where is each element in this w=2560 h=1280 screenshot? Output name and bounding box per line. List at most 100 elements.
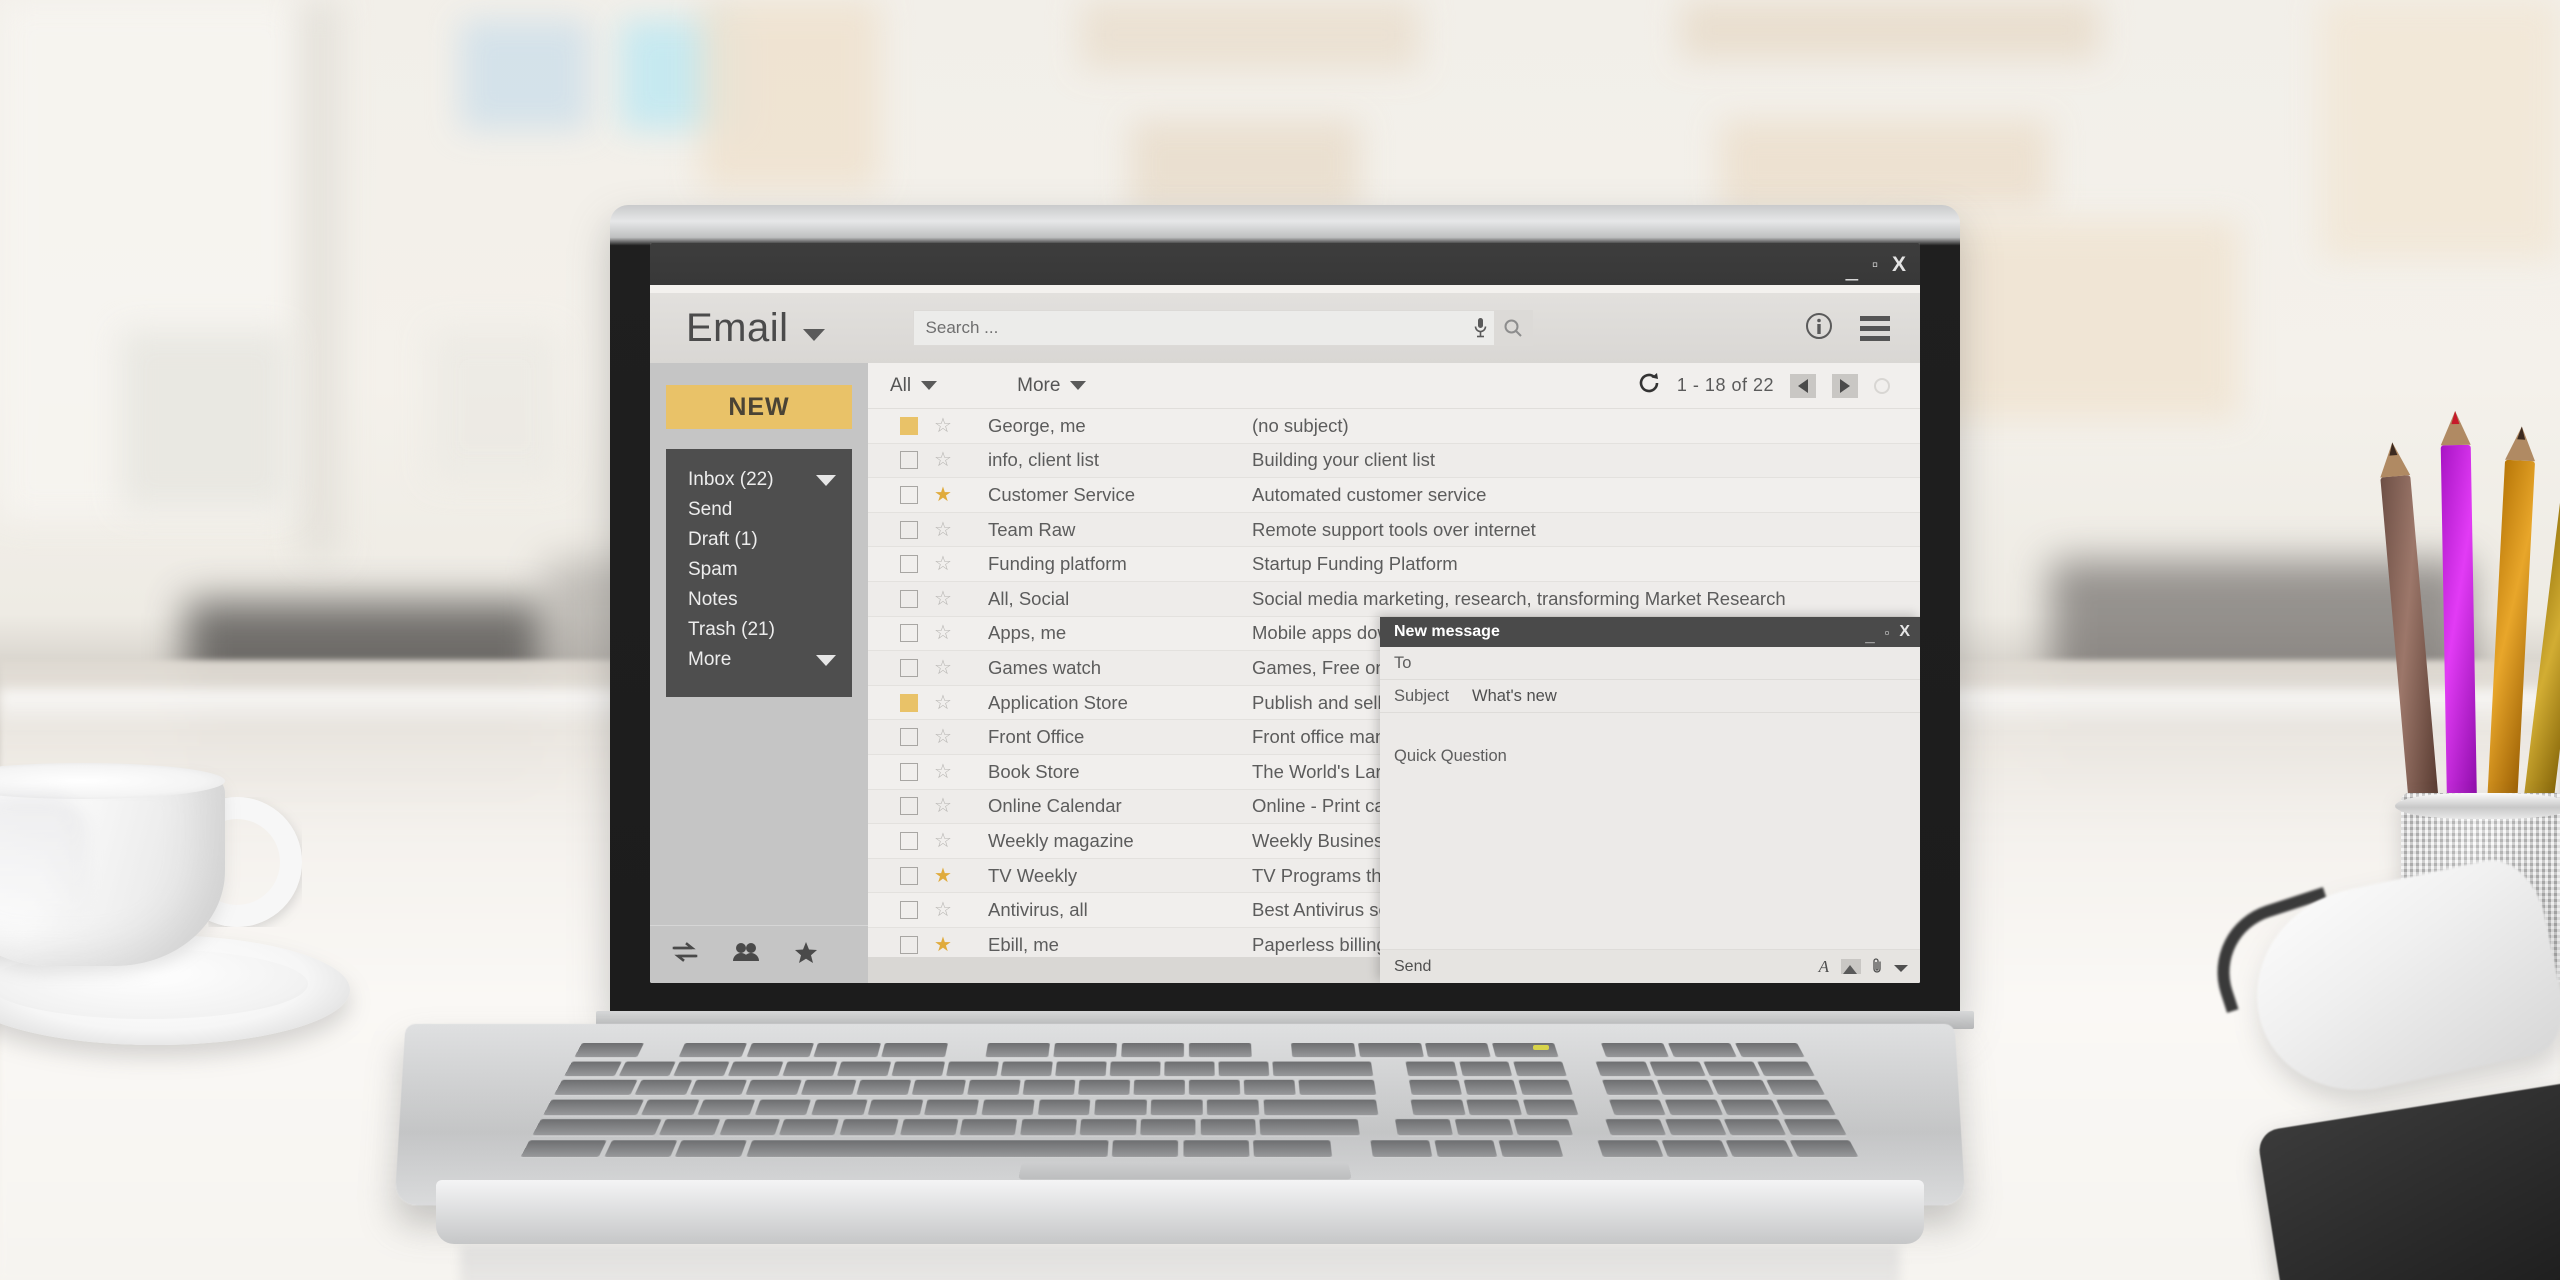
email-subject: Startup Funding Platform [1252,553,1458,575]
format-text-icon[interactable]: A [1819,958,1829,975]
keyboard-key [899,1119,959,1136]
send-button[interactable]: Send [1394,958,1431,976]
row-checkbox[interactable] [900,935,918,954]
row-checkbox[interactable] [900,451,918,470]
star-icon[interactable]: ☆ [934,520,956,540]
microphone-icon[interactable] [1468,317,1494,339]
star-icon[interactable]: ☆ [934,900,956,920]
row-checkbox[interactable] [900,555,918,574]
star-icon[interactable]: ☆ [934,658,956,678]
star-icon[interactable]: ☆ [934,416,956,436]
keyboard-key [634,1079,693,1096]
star-icon[interactable]: ☆ [934,831,956,851]
row-checkbox[interactable] [900,901,918,920]
settings-dot-icon[interactable] [1874,377,1890,394]
mesh-cup-rim [2395,793,2560,819]
row-checkbox[interactable] [900,589,918,608]
star-icon[interactable]: ☆ [934,762,956,782]
compose-to-row[interactable]: To [1380,647,1920,680]
compose-minimize-icon[interactable]: _ [1865,626,1874,646]
keyboard-key [697,1099,756,1115]
row-checkbox[interactable] [900,728,918,747]
keyboard-key [718,1119,780,1136]
table-row[interactable]: ☆ info, client list Building your client l… [868,443,1920,479]
hamburger-menu-icon[interactable] [1860,315,1890,341]
compose-close-icon[interactable]: X [1899,623,1910,641]
prev-page-button[interactable] [1790,373,1816,398]
star-icon[interactable]: ☆ [934,693,956,713]
more-options-icon[interactable] [1894,958,1908,975]
compose-subject-row[interactable]: Subject What's new [1380,680,1920,713]
sidebar-item-more[interactable]: More [666,645,852,675]
row-checkbox[interactable] [900,797,918,816]
attach-file-icon[interactable] [1873,957,1882,977]
filter-more-dropdown[interactable]: More [1017,374,1087,397]
row-checkbox[interactable] [900,658,918,677]
row-checkbox[interactable] [900,762,918,781]
star-icon[interactable]: ☆ [934,554,956,574]
keyboard-key [1513,1119,1574,1136]
exchange-arrows-icon[interactable] [672,942,698,967]
star-icon[interactable]: ★ [934,485,956,505]
table-row[interactable]: ★ Customer Service Automated customer serv… [868,478,1920,513]
star-icon[interactable]: ☆ [934,796,956,816]
row-checkbox[interactable] [900,693,918,712]
sidebar-item-label: Spam [688,559,738,580]
status-led [1533,1045,1549,1050]
filter-more-label: More [1017,374,1061,396]
table-row[interactable]: ☆ Team Raw Remote support tools over inter… [868,512,1920,548]
search-button[interactable] [1493,311,1532,345]
compose-maximize-icon[interactable]: ▫ [1885,625,1890,640]
info-icon[interactable] [1804,311,1834,346]
table-row[interactable]: ☆ Funding platform Startup Funding Platfor… [868,547,1920,582]
star-icon[interactable]: ☆ [934,450,956,470]
keyboard-key [673,1061,730,1076]
sidebar-item-inbox[interactable]: Inbox (22) [666,465,852,495]
trackpad [1018,1162,1352,1180]
sidebar-item-spam[interactable]: Spam [666,555,852,585]
pencil-orange [2487,425,2537,806]
keyboard-key [1597,1139,1663,1157]
sidebar-item-send[interactable]: Send [666,495,852,525]
row-checkbox[interactable] [900,624,918,643]
insert-image-icon[interactable] [1841,959,1861,974]
sidebar-item-trash[interactable]: Trash (21) [666,615,852,645]
next-page-button[interactable] [1832,373,1858,398]
star-icon[interactable]: ☆ [934,623,956,643]
sidebar-item-draft[interactable]: Draft (1) [666,525,852,555]
list-toolbar: All More 1 - 18 of 22 [868,363,1920,409]
star-icon[interactable]: ☆ [934,727,956,747]
sidebar-footer [650,925,868,983]
maximize-icon[interactable]: ▫ [1872,256,1878,273]
brand-dropdown[interactable]: Email [686,306,825,351]
star-icon[interactable]: ★ [934,935,956,955]
minimize-icon[interactable]: _ [1846,258,1858,280]
keyboard-key [1298,1079,1377,1096]
table-row[interactable]: ☆ All, Social Social media marketing, rese… [868,581,1920,617]
row-checkbox[interactable] [900,485,918,504]
compose-body-text[interactable]: Quick Question [1380,713,1920,949]
sidebar-item-notes[interactable]: Notes [666,585,852,615]
contacts-icon[interactable] [732,942,760,967]
row-checkbox[interactable] [900,866,918,885]
keyboard-key [1133,1079,1185,1096]
search-input[interactable] [913,318,1468,338]
keyboard-key [1522,1099,1579,1115]
table-row[interactable]: ☆ George, me (no subject) [868,409,1920,444]
filter-all-dropdown[interactable]: All [890,375,938,397]
row-checkbox[interactable] [900,520,918,539]
keyboard-key [1664,1099,1723,1115]
refresh-icon[interactable] [1637,371,1661,400]
row-checkbox[interactable] [900,416,918,435]
window-controls: _ ▫ X [1846,243,1906,285]
star-icon[interactable] [794,941,818,969]
close-icon[interactable]: X [1892,254,1906,275]
keyboard-key [727,1061,784,1076]
new-message-button[interactable]: NEW [666,385,852,429]
star-icon[interactable]: ★ [934,866,956,886]
row-checkbox[interactable] [900,831,918,850]
keyboard-key [1463,1079,1518,1096]
search-bar[interactable] [912,310,1533,346]
star-icon[interactable]: ☆ [934,589,956,609]
keyboard-key [980,1099,1035,1115]
